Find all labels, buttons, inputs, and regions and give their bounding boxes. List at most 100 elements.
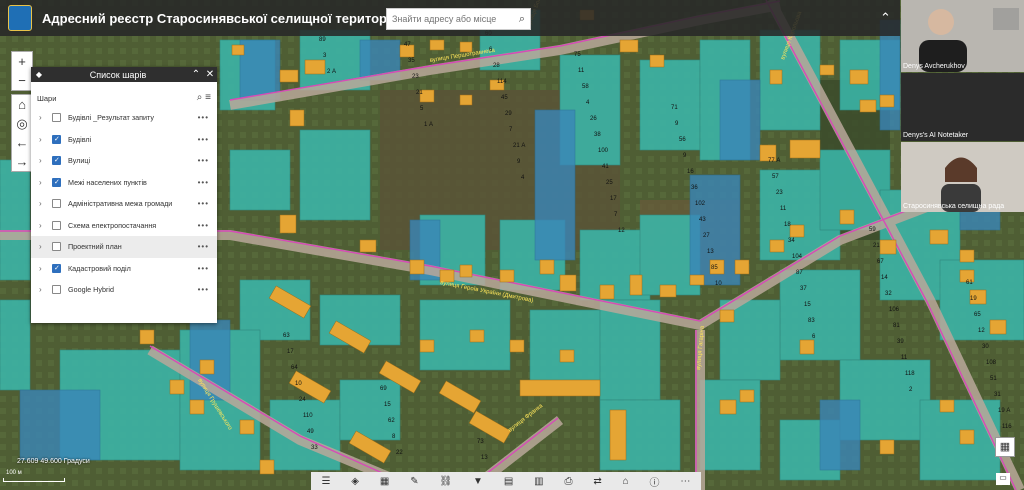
house-number-label: 32 — [885, 291, 892, 297]
share-icon[interactable]: ⇄ — [593, 476, 601, 487]
layers-icon[interactable]: ◈ — [351, 476, 359, 487]
expand-chevron-icon[interactable]: › — [39, 285, 49, 294]
house-number-label: 14 — [881, 275, 888, 281]
layer-checkbox[interactable] — [52, 177, 61, 187]
header-menu-icon[interactable]: ⌃ — [880, 10, 891, 26]
expand-chevron-icon[interactable]: › — [39, 242, 49, 251]
layer-checkbox[interactable] — [52, 199, 61, 209]
expand-chevron-icon[interactable]: › — [39, 199, 49, 208]
house-number-label: 61 — [966, 280, 973, 286]
house-number-label: 13 — [481, 455, 488, 461]
participant-tile-2[interactable]: Denys's AI Notetaker — [901, 73, 1024, 141]
close-icon[interactable]: ✕ — [203, 69, 217, 80]
expand-chevron-icon[interactable]: › — [39, 178, 49, 187]
expand-chevron-icon[interactable]: › — [39, 113, 49, 122]
layer-label: Будівлі — [68, 134, 92, 144]
coordinates-readout: 27.609 49.600 Градуси — [17, 458, 90, 465]
participant-tile-3[interactable]: Старосинявська селищна рада — [901, 142, 1024, 212]
table-icon[interactable]: ▤ — [504, 476, 513, 487]
expand-chevron-icon[interactable]: › — [39, 264, 49, 273]
search-input[interactable] — [387, 14, 514, 24]
house-number-label: 64 — [291, 365, 298, 371]
locate-button[interactable]: ◎ — [12, 114, 32, 133]
layer-label: Межі населених пунктів — [68, 177, 147, 187]
house-number-label: 118 — [905, 371, 915, 377]
layer-options-icon[interactable]: ••• — [198, 199, 209, 208]
bookmark-icon[interactable]: ▭ — [996, 473, 1010, 485]
pen-icon[interactable]: ✎ — [410, 476, 418, 487]
search-box[interactable]: ⌕ — [386, 8, 531, 30]
layer-options-icon[interactable]: ••• — [198, 285, 209, 294]
print-icon[interactable]: ⎙ — [564, 476, 572, 487]
panel-subheader: Шари ⌕ ≡ — [31, 89, 217, 107]
home-icon[interactable]: ⌂ — [623, 476, 629, 487]
layer-options-icon[interactable]: ••• — [198, 221, 209, 230]
house-number-label: 108 — [986, 360, 997, 366]
expand-chevron-icon[interactable]: › — [39, 221, 49, 230]
house-number-label: 29 — [505, 111, 512, 117]
house-number-label: 104 — [792, 254, 803, 260]
house-number-label: 58 — [582, 84, 589, 90]
house-number-label: 49 — [307, 429, 314, 435]
layer-item[interactable]: › Межі населених пунктів ••• — [31, 172, 217, 194]
house-number-label: 15 — [384, 402, 391, 408]
layer-item[interactable]: › Проектний план ••• — [31, 236, 217, 258]
layer-options-icon[interactable]: ••• — [198, 135, 209, 144]
participant-tile-1[interactable]: Denys Avcherukhov — [901, 0, 1024, 72]
house-number-label: 34 — [788, 238, 795, 244]
house-number-label: 10 — [715, 281, 722, 287]
layer-item[interactable]: › Будівлі _Результат запиту ••• — [31, 107, 217, 129]
back-button[interactable]: ← — [12, 133, 32, 152]
layer-item[interactable]: › Будівлі ••• — [31, 129, 217, 151]
search-icon[interactable]: ⌕ — [514, 13, 530, 26]
bottom-toolbar: ☰ ◈ ▦ ✎ ⛓ ▼ ▤ ▥ ⎙ ⇄ ⌂ ⓘ ⋯ — [311, 472, 701, 490]
house-number-label: 11 — [578, 68, 585, 74]
layer-options-icon[interactable]: ••• — [198, 264, 209, 273]
search-icon[interactable]: ⌕ — [197, 92, 203, 103]
layer-options-icon[interactable]: ••• — [198, 178, 209, 187]
house-number-label: 59 — [869, 227, 876, 233]
grid-icon[interactable]: ▦ — [380, 476, 389, 487]
layer-item[interactable]: › Google Hybrid ••• — [31, 279, 217, 301]
layer-checkbox[interactable] — [52, 220, 61, 230]
zoom-out-button[interactable]: − — [12, 71, 32, 90]
house-number-label: 67 — [877, 259, 884, 265]
house-number-label: 71 — [671, 105, 678, 111]
layer-checkbox[interactable] — [52, 242, 61, 252]
layer-checkbox[interactable] — [52, 113, 61, 123]
house-number-label: 37 — [800, 286, 807, 292]
info-icon[interactable]: ⓘ — [650, 474, 660, 489]
chart-icon[interactable]: ▥ — [534, 476, 543, 487]
layer-item[interactable]: › Кадастровий поділ ••• — [31, 258, 217, 280]
layer-checkbox[interactable] — [52, 263, 61, 273]
house-number-label: 21 — [873, 243, 880, 249]
house-number-label: 23 — [776, 190, 783, 196]
filter-icon[interactable]: ▼ — [473, 476, 483, 487]
expand-chevron-icon[interactable]: › — [39, 135, 49, 144]
forward-button[interactable]: → — [12, 152, 32, 171]
layer-checkbox[interactable] — [52, 134, 61, 144]
menu-icon[interactable]: ≡ — [205, 92, 211, 103]
layer-options-icon[interactable]: ••• — [198, 156, 209, 165]
zoom-in-button[interactable]: + — [12, 52, 32, 71]
house-number-label: 85 — [711, 265, 718, 271]
house-number-label: 77 А — [768, 158, 780, 164]
list-icon[interactable]: ☰ — [321, 476, 330, 487]
layer-item[interactable]: › Вулиці ••• — [31, 150, 217, 172]
link-icon[interactable]: ⛓ — [439, 476, 452, 487]
home-button[interactable]: ⌂ — [12, 95, 32, 114]
expand-chevron-icon[interactable]: › — [39, 156, 49, 165]
layer-options-icon[interactable]: ••• — [198, 242, 209, 251]
participant-name: Denys Avcherukhov — [903, 63, 965, 70]
house-number-label: 10 — [295, 381, 302, 387]
more-icon[interactable]: ⋯ — [680, 476, 690, 487]
layer-options-icon[interactable]: ••• — [198, 113, 209, 122]
layer-checkbox[interactable] — [52, 285, 61, 295]
layer-item[interactable]: › Схема електропостачання ••• — [31, 215, 217, 237]
layer-checkbox[interactable] — [52, 156, 61, 166]
layer-label: Вулиці — [68, 156, 91, 166]
house-number-label: 83 — [808, 318, 815, 324]
collapse-icon[interactable]: ⌃ — [189, 69, 203, 80]
layer-item[interactable]: › Адміністративна межа громади ••• — [31, 193, 217, 215]
basemap-gallery-button[interactable]: ▦ — [995, 437, 1015, 457]
